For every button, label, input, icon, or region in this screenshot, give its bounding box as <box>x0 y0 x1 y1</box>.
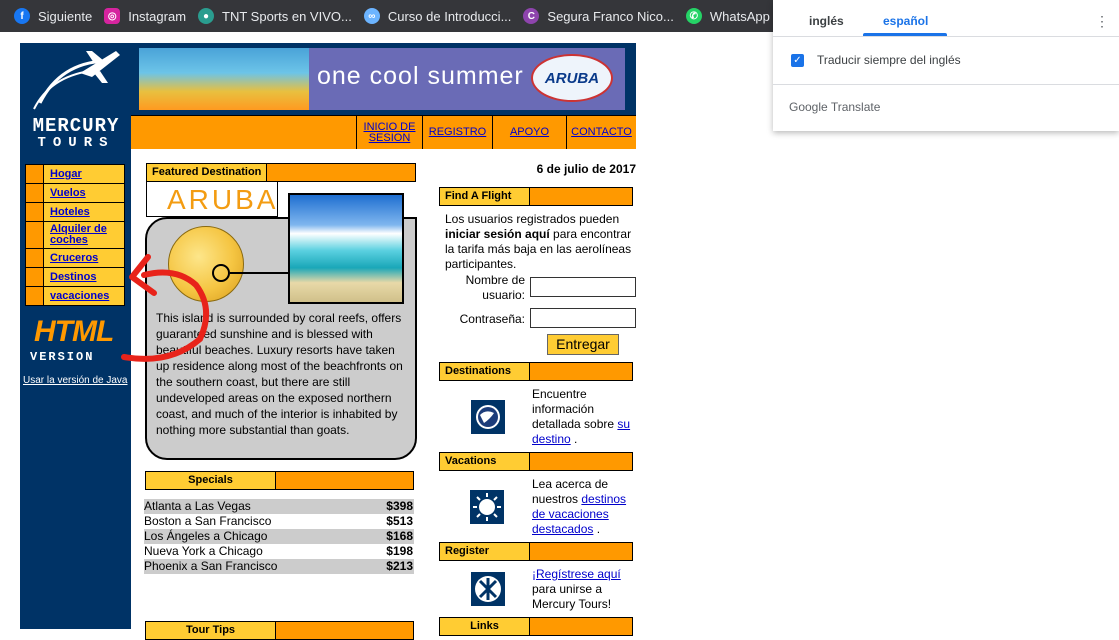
featured-destination-header: Featured Destination <box>146 163 416 182</box>
nav-contact-link[interactable]: CONTACTO <box>566 116 636 149</box>
bookmark-whatsapp[interactable]: ✆ WhatsApp <box>682 0 778 32</box>
bookmark-label: Curso de Introducci... <box>387 8 512 24</box>
section-title: Tour Tips <box>146 622 276 639</box>
bookmark-label: Siguiente <box>38 8 93 24</box>
register-star-icon <box>471 572 505 606</box>
top-nav: INICIO DE SESION REGISTRO APOYO CONTACTO <box>131 115 636 149</box>
java-version-link[interactable]: Usar la versión de Java <box>23 375 128 386</box>
table-row: Boston a San Francisco $513 <box>144 514 413 528</box>
register-text: ¡Regístrese aquí para unirse a Mercury T… <box>532 567 621 611</box>
bookmark-segura[interactable]: C Segura Franco Nico... <box>519 0 681 32</box>
google-translate-brand: Google Translate <box>789 100 881 114</box>
sidenav-link[interactable]: Vuelos <box>44 184 124 202</box>
html-badge-version: VERSION <box>30 350 95 364</box>
username-label: Nombre de usuario: <box>465 273 525 302</box>
section-title: Find A Flight <box>440 188 530 205</box>
whatsapp-icon: ✆ <box>685 8 702 24</box>
always-translate-label: Traducir siempre del inglés <box>817 53 961 67</box>
sidenav-item-alquiler: Alquiler de coches <box>26 222 124 248</box>
beach-photo <box>288 193 404 304</box>
instagram-icon: ◎ <box>104 8 121 24</box>
sidenav-item-hogar: Hogar <box>26 165 124 183</box>
banner-photo <box>139 48 309 110</box>
facebook-icon: f <box>14 8 30 24</box>
banner-text: one cool summer <box>317 62 524 90</box>
divider <box>773 84 1119 85</box>
section-title: Links <box>440 618 530 635</box>
divider <box>773 36 1119 37</box>
section-title: Destinations <box>440 363 530 380</box>
nav-login-link[interactable]: INICIO DE SESION <box>356 116 422 149</box>
table-row: Atlanta a Las Vegas $398 <box>144 499 414 514</box>
globe-destinations-icon <box>471 400 505 434</box>
links-header: Links <box>439 617 633 636</box>
tour-tips-header: Tour Tips <box>145 621 414 640</box>
marker-line <box>230 272 288 274</box>
current-date: 6 de julio de 2017 <box>536 162 636 176</box>
vacations-text: Lea acerca de nuestros destinos de vacac… <box>532 477 627 536</box>
featured-destination-name: ARUBA <box>146 182 278 217</box>
red-annotation-arrow <box>121 254 209 362</box>
destinations-header: Destinations <box>439 362 633 381</box>
register-link[interactable]: ¡Regístrese aquí <box>532 567 621 581</box>
tab-espanol[interactable]: español <box>883 14 928 28</box>
logo-line1: MERCURY <box>32 115 120 137</box>
password-label: Contraseña: <box>459 312 525 326</box>
airplane-logo-icon <box>33 51 120 110</box>
always-translate-checkbox[interactable]: ✓ <box>791 54 804 67</box>
username-input[interactable] <box>530 277 636 297</box>
sidenav-link[interactable]: Hogar <box>44 165 124 183</box>
nav-support-link[interactable]: APOYO <box>492 116 566 149</box>
banner-ad[interactable]: one cool summer ARUBA <box>139 48 625 110</box>
sidenav-item-vuelos: Vuelos <box>26 184 124 202</box>
bookmark-curso[interactable]: ∞ Curso de Introducci... <box>360 0 520 32</box>
section-title: Register <box>440 543 530 560</box>
bookmark-facebook[interactable]: f Siguiente <box>10 0 100 32</box>
sun-icon <box>470 490 504 524</box>
section-title: Vacations <box>440 453 530 470</box>
vacations-header: Vacations <box>439 452 633 471</box>
specials-header: Specials <box>145 471 414 490</box>
tnt-icon: ● <box>198 8 215 24</box>
bookmark-tnt[interactable]: ● TNT Sports en VIVO... <box>194 0 360 32</box>
sidenav-link[interactable]: Hoteles <box>44 203 124 221</box>
submit-button[interactable]: Entregar <box>547 334 619 355</box>
tab-ingles[interactable]: inglés <box>809 14 844 28</box>
bookmark-label: TNT Sports en VIVO... <box>222 8 352 24</box>
specials-table: Atlanta a Las Vegas $398 Boston a San Fra… <box>144 499 414 574</box>
bookmark-instagram[interactable]: ◎ Instagram <box>100 0 194 32</box>
table-row: Phoenix a San Francisco $213 <box>144 559 414 574</box>
table-row: Los Ángeles a Chicago $168 <box>144 529 414 544</box>
sidenav-link[interactable]: Alquiler de coches <box>44 222 124 248</box>
more-options-icon[interactable]: ⋮ <box>1095 12 1109 30</box>
banner: one cool summer ARUBA <box>131 43 636 115</box>
translate-popup: inglés español ⋮ ✓ Traducir siempre del … <box>773 0 1119 131</box>
bookmark-label: WhatsApp <box>709 8 770 24</box>
section-title: Specials <box>146 472 276 489</box>
find-flight-description: Los usuarios registrados pueden iniciar … <box>445 212 632 271</box>
sidenav-item-hoteles: Hoteles <box>26 203 124 221</box>
section-title: Featured Destination <box>147 164 268 181</box>
segura-icon: C <box>523 8 540 24</box>
nav-register-link[interactable]: REGISTRO <box>422 116 492 149</box>
mercury-tours-logo[interactable]: MERCURY TOURS <box>20 43 131 158</box>
logo-line2: TOURS <box>37 135 115 151</box>
destinations-link-su[interactable]: su <box>617 417 630 431</box>
course-icon: ∞ <box>363 8 380 24</box>
bookmark-label: Segura Franco Nico... <box>547 8 674 24</box>
table-row: Nueva York a Chicago $198 <box>144 544 413 558</box>
aruba-logo: ARUBA <box>531 54 613 102</box>
register-header: Register <box>439 542 633 561</box>
find-flight-header: Find A Flight <box>439 187 633 206</box>
password-input[interactable] <box>530 308 636 328</box>
bookmark-label: Instagram <box>128 8 187 24</box>
destinations-text: Encuentre información detallada sobre su… <box>532 387 631 446</box>
destinations-link-destino[interactable]: destino <box>532 432 571 446</box>
html-badge-title: HTML <box>34 315 114 348</box>
